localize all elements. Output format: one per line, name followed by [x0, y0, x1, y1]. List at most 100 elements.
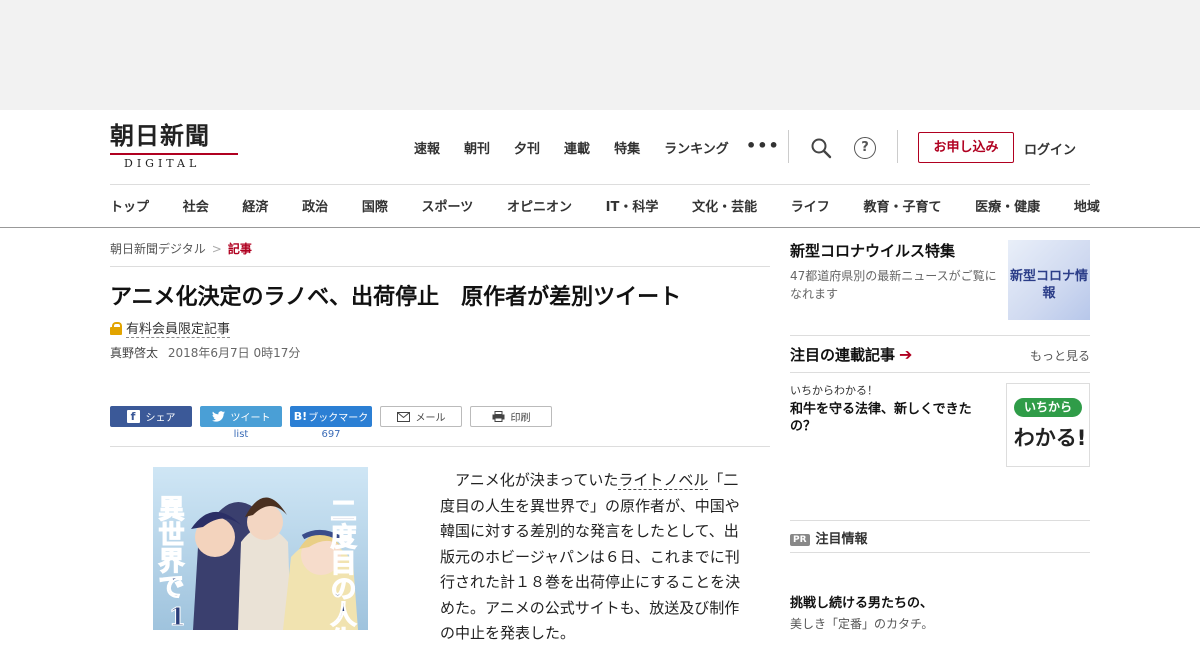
top-nav: 速報 朝刊 夕刊 連載 特集 ランキング [414, 138, 753, 157]
ichi-logo-top: いちから [1014, 398, 1082, 417]
hatena-count[interactable]: 697 [290, 429, 372, 440]
ichi-logo-bottom: わかる! [1013, 426, 1087, 450]
twitter-share-label: ツイート [230, 413, 271, 424]
cat-society[interactable]: 社会 [183, 196, 209, 215]
pr-title: 挑戦し続ける男たちの、 [790, 596, 934, 611]
mail-label: メール [415, 413, 446, 424]
cat-it-science[interactable]: IT・科学 [606, 196, 659, 215]
cat-education[interactable]: 教育・子育て [863, 196, 941, 215]
lock-icon [110, 321, 122, 335]
mail-share-button[interactable]: メール [380, 406, 462, 427]
corona-badge-image[interactable]: 新型コロナ情報 [1008, 240, 1090, 320]
category-nav: トップ 社会 経済 政治 国際 スポーツ オピニオン IT・科学 文化・芸能 ラ… [110, 196, 1100, 215]
arrow-right-icon: ➔ [899, 345, 913, 364]
hatena-bookmark-label: ブックマーク [308, 413, 369, 424]
pr-item[interactable]: 挑戦し続ける男たちの、 美しき「定番」のカタチ。 [790, 592, 1090, 632]
nav-series[interactable]: 連載 [564, 138, 590, 157]
corona-feature[interactable]: 新型コロナウイルス特集 47都道府県別の最新ニュースがご覧になれます 新型コロナ… [790, 240, 1090, 320]
hatena-icon: B! [293, 410, 308, 423]
breadcrumb-home[interactable]: 朝日新聞デジタル [110, 242, 206, 256]
series-item[interactable]: いちからわかる！ 和牛を守る法律、新しくできたの？ [790, 382, 995, 435]
byline: 真野啓太 2018年6月7日 0時17分 [110, 344, 770, 361]
light-novel-link[interactable]: ライトノベル [618, 471, 709, 490]
facebook-share-label: シェア [145, 413, 176, 424]
book-title-vertical: 二度目の人生 [326, 497, 356, 630]
facebook-share-button[interactable]: f シェア [110, 406, 192, 427]
header-divider [897, 130, 898, 163]
login-link[interactable]: ログイン [1024, 139, 1076, 158]
cat-top[interactable]: トップ [110, 196, 149, 215]
nav-features[interactable]: 特集 [614, 138, 640, 157]
cat-life[interactable]: ライフ [791, 196, 830, 215]
divider [790, 552, 1090, 553]
header-divider [788, 130, 789, 163]
corona-text: 47都道府県別の最新ニュースがご覧になれます [790, 269, 997, 301]
nav-divider [110, 184, 1090, 185]
print-label: 印刷 [510, 413, 531, 424]
body-text: 「二度目の人生を異世界で」の原作者が、中国や韓国に対する差別的な発言をしたとして… [440, 471, 741, 642]
sidebar: 新型コロナウイルス特集 47都道府県別の最新ニュースがご覧になれます 新型コロナ… [790, 240, 1090, 631]
cat-sports[interactable]: スポーツ [422, 196, 474, 215]
pr-badge: PR [790, 534, 810, 546]
book-cover-illustration: 二度目の人生 異世界で 1 [153, 467, 368, 630]
twitter-bird-icon [211, 411, 225, 422]
paid-member-badge[interactable]: 有料会員限定記事 [110, 318, 770, 338]
author: 真野啓太 [110, 346, 159, 360]
twitter-count[interactable]: list [200, 429, 282, 440]
site-logo[interactable]: 朝日新聞 DIGITAL [110, 122, 240, 170]
book-cover-image[interactable]: 二度目の人生 異世界で 1 [153, 467, 368, 630]
ichikara-wakaru-logo[interactable]: いちから わかる! [1006, 383, 1090, 467]
series-kicker: いちからわかる！ [790, 384, 878, 397]
divider [110, 446, 770, 447]
facebook-icon: f [126, 410, 140, 423]
divider [790, 372, 1090, 373]
search-icon[interactable] [810, 137, 832, 159]
publish-date: 2018年6月7日 0時17分 [167, 346, 301, 360]
breadcrumb-separator: > [211, 242, 222, 256]
divider [790, 335, 1090, 336]
pr-heading: 注目情報 [815, 532, 868, 547]
cat-politics[interactable]: 政治 [302, 196, 328, 215]
logo-main-text: 朝日新聞 [110, 121, 210, 150]
book-volume: 1 [169, 602, 186, 630]
breadcrumb-current[interactable]: 記事 [228, 242, 252, 256]
printer-icon [492, 411, 504, 422]
body-intro: アニメ化が決まっていた [455, 471, 619, 489]
mail-icon [396, 411, 410, 422]
ad-banner-area [0, 0, 1200, 110]
cat-region[interactable]: 地域 [1074, 196, 1100, 215]
nav-morning[interactable]: 朝刊 [464, 138, 490, 157]
cat-health[interactable]: 医療・健康 [975, 196, 1040, 215]
hatena-bookmark-button[interactable]: B! ブックマーク 697 [290, 406, 372, 440]
series-more-link[interactable]: もっと見る [1030, 347, 1090, 364]
article-title: アニメ化決定のラノベ、出荷停止 原作者が差別ツイート [110, 285, 682, 310]
more-menu-icon[interactable]: ••• [746, 136, 780, 155]
book-subtitle-vertical: 異世界で [154, 495, 184, 599]
logo-underline [110, 153, 238, 155]
article-main: 朝日新聞デジタル > 記事 アニメ化決定のラノベ、出荷停止 原作者が差別ツイート 有… [110, 240, 770, 642]
paid-label: 有料会員限定記事 [126, 318, 231, 338]
breadcrumb: 朝日新聞デジタル > 記事 [110, 240, 770, 266]
cat-opinion[interactable]: オピニオン [507, 196, 572, 215]
cat-culture[interactable]: 文化・芸能 [692, 196, 757, 215]
help-icon[interactable]: ? [854, 137, 876, 159]
pr-section-header: PR 注目情報 [790, 528, 868, 547]
series-heading[interactable]: 注目の連載記事 [790, 346, 895, 364]
nav-ranking[interactable]: ランキング [664, 138, 729, 157]
cat-international[interactable]: 国際 [362, 196, 388, 215]
subscribe-button[interactable]: お申し込み [918, 132, 1014, 163]
cat-economy[interactable]: 経済 [242, 196, 268, 215]
article-body: アニメ化が決まっていたライトノベル「二度目の人生を異世界で」の原作者が、中国や韓… [440, 468, 752, 647]
series-header: 注目の連載記事 ➔ もっと見る [790, 344, 1090, 365]
site-header: 朝日新聞 DIGITAL 速報 朝刊 夕刊 連載 特集 ランキング ••• ? … [0, 110, 1200, 228]
logo-sub-text: DIGITAL [122, 157, 203, 170]
nav-evening[interactable]: 夕刊 [514, 138, 540, 157]
series-title: 和牛を守る法律、新しくできたの？ [790, 402, 972, 434]
nav-breaking[interactable]: 速報 [414, 138, 440, 157]
twitter-share-button[interactable]: ツイート list [200, 406, 282, 440]
share-buttons: f シェア ツイート list B! ブックマーク 697 メール 印刷 [110, 406, 552, 440]
print-button[interactable]: 印刷 [470, 406, 552, 427]
divider [790, 520, 1090, 521]
divider [110, 266, 770, 267]
pr-subtitle: 美しき「定番」のカタチ。 [790, 617, 934, 631]
